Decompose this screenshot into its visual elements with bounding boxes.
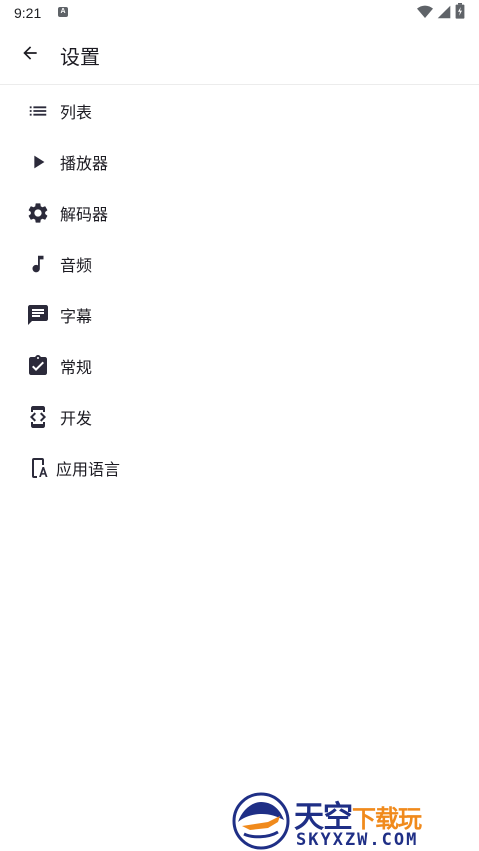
settings-item-label: 应用语言 [56, 459, 121, 479]
subtitles-icon [26, 303, 50, 327]
back-button[interactable] [14, 39, 46, 71]
clipboard-check-icon [26, 354, 50, 378]
status-time: 9:21 [14, 5, 42, 21]
settings-item-audio[interactable]: 音频 [0, 238, 479, 289]
status-bar: 9:21 A [0, 0, 479, 26]
settings-item-label: 常规 [60, 357, 93, 377]
settings-item-decoder[interactable]: 解码器 [0, 187, 479, 238]
developer-mode-icon [26, 405, 50, 429]
settings-screen: 9:21 A 设置 列表 播放器 解码器 音频 字幕 常规 开发 应用语言 天空… [0, 0, 479, 851]
settings-item-label: 音频 [60, 255, 93, 275]
settings-item-label: 解码器 [60, 204, 109, 224]
settings-item-label: 列表 [60, 102, 93, 122]
arrow-back-icon [20, 43, 40, 67]
settings-item-developer[interactable]: 开发 [0, 391, 479, 442]
wifi-icon [417, 4, 433, 23]
music-note-icon [26, 252, 50, 276]
notification-icon: A [58, 7, 68, 17]
settings-item-label: 字幕 [60, 306, 93, 326]
battery-charging-icon [455, 3, 465, 23]
top-app-bar: 设置 [0, 26, 479, 85]
signal-icon [437, 4, 451, 23]
status-indicators [417, 3, 465, 23]
list-icon [26, 99, 50, 123]
settings-item-general[interactable]: 常规 [0, 340, 479, 391]
page-title: 设置 [60, 45, 100, 69]
settings-item-subtitles[interactable]: 字幕 [0, 289, 479, 340]
app-language-icon [26, 456, 50, 480]
settings-item-label: 播放器 [60, 153, 109, 173]
watermark-en-text: SKYXZW.COM [296, 830, 419, 850]
settings-item-list[interactable]: 列表 [0, 85, 479, 136]
settings-item-player[interactable]: 播放器 [0, 136, 479, 187]
watermark-logo: 天空下载玩 SKYXZW.COM [232, 792, 476, 850]
settings-item-label: 开发 [60, 408, 93, 428]
settings-list: 列表 播放器 解码器 音频 字幕 常规 开发 应用语言 [0, 85, 479, 493]
gear-icon [26, 201, 50, 225]
watermark-emblem-icon [232, 792, 290, 851]
settings-item-app-language[interactable]: 应用语言 [0, 442, 479, 493]
play-icon [26, 150, 50, 174]
